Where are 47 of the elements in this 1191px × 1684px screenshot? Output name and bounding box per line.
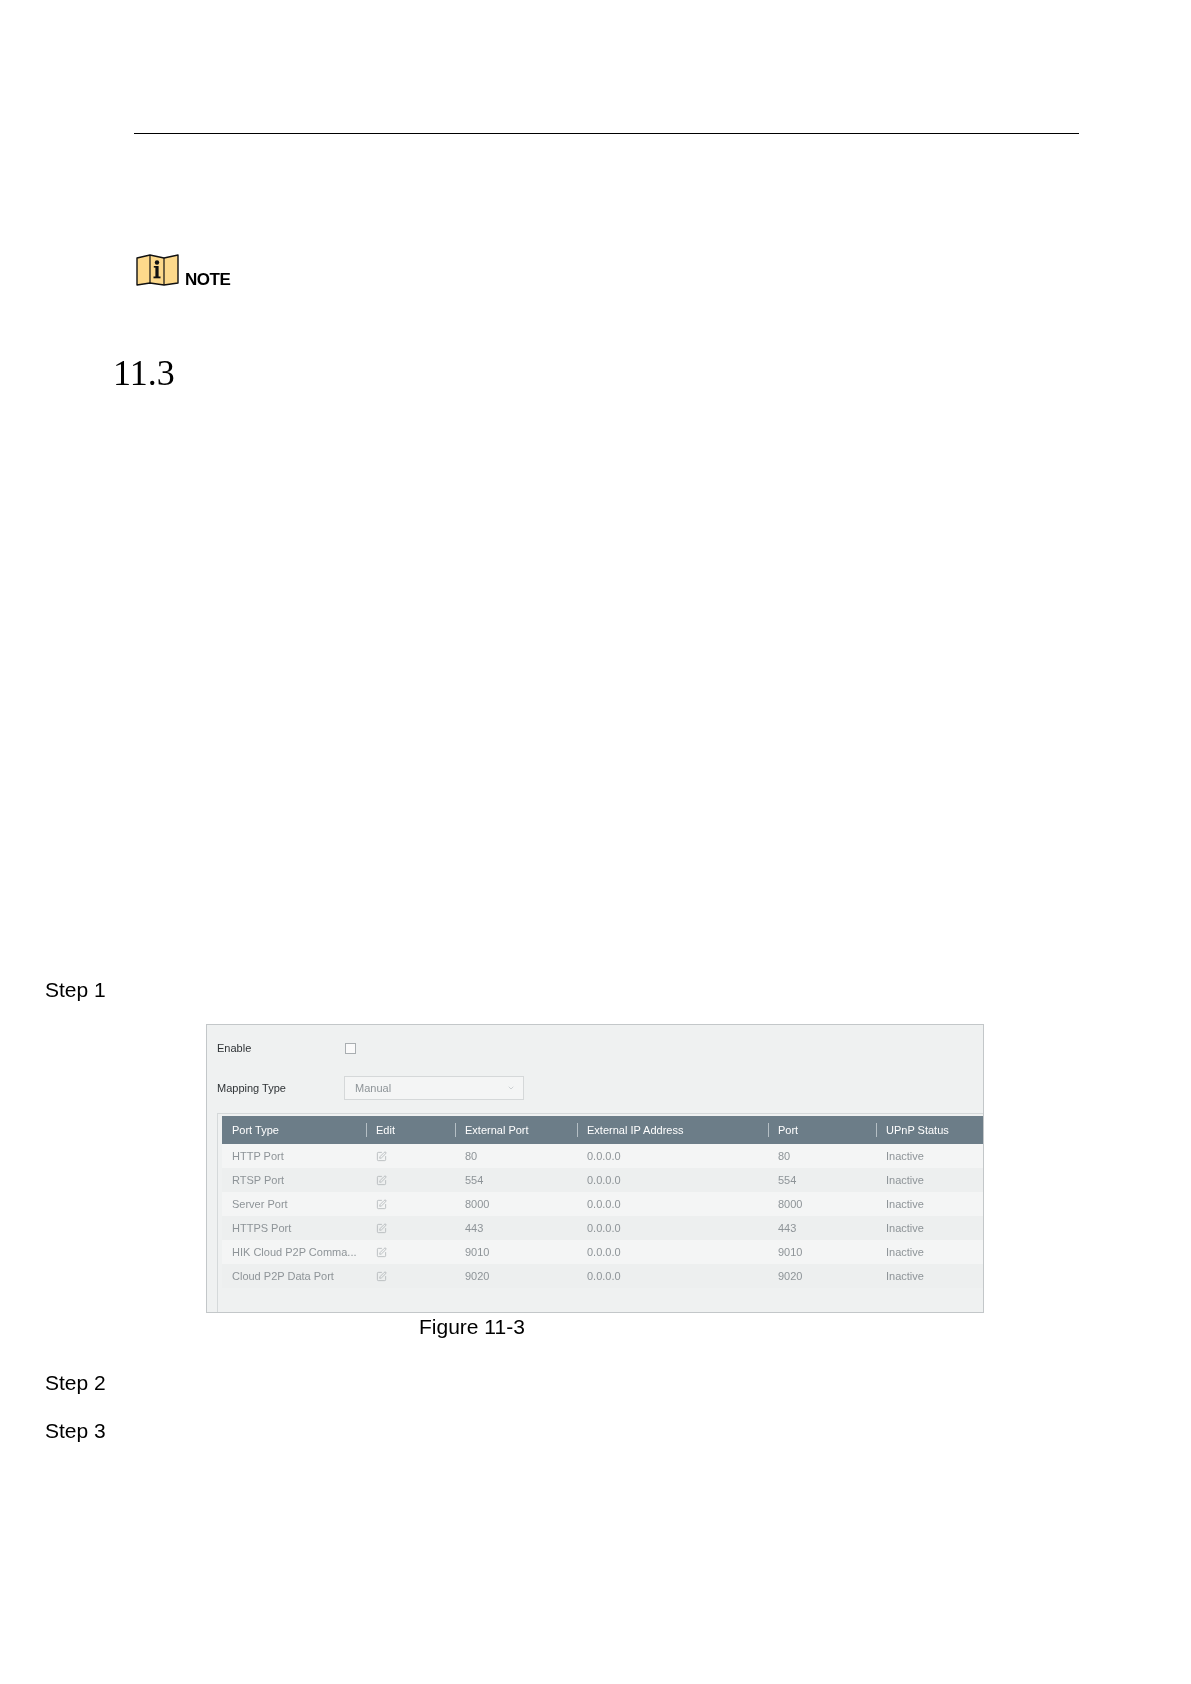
column-header: External Port <box>455 1116 577 1144</box>
step-label: Step 3 <box>45 1420 106 1441</box>
step-label: Step 1 <box>45 979 106 1000</box>
column-header: UPnP Status <box>876 1116 983 1144</box>
table-cell-text: Inactive <box>885 1148 925 1164</box>
table-cell-text: Server Port <box>231 1196 289 1212</box>
table-cell-text: 0.0.0.0 <box>586 1244 622 1260</box>
table-cell-text: 443 <box>777 1220 798 1236</box>
table-cell-text: Cloud P2P Data Port <box>231 1268 335 1284</box>
table-cell-text: 0.0.0.0 <box>586 1196 622 1212</box>
chevron-down-icon <box>507 1084 515 1092</box>
table-cell-text: 9010 <box>777 1244 804 1260</box>
table-cell-text: 9020 <box>464 1268 491 1284</box>
table-cell-text: 8000 <box>777 1196 804 1212</box>
step-label: Step 2 <box>45 1372 106 1393</box>
table-cell-text: HTTPS Port <box>231 1220 293 1236</box>
table-cell-text: 0.0.0.0 <box>586 1148 622 1164</box>
column-header: External IP Address <box>577 1116 768 1144</box>
table-cell-text: 80 <box>464 1148 479 1164</box>
table-cell-text: Inactive <box>885 1220 925 1236</box>
column-header: Port Type <box>231 1122 280 1138</box>
table-cell-text: 0.0.0.0 <box>586 1268 622 1284</box>
table-cell-text: 554 <box>464 1172 485 1188</box>
note-label: NOTE <box>185 271 231 288</box>
enable-checkbox[interactable] <box>345 1042 356 1054</box>
table-cell-text: 8000 <box>464 1196 491 1212</box>
info-book-icon <box>136 254 179 286</box>
table-cell-text: 80 <box>777 1148 792 1164</box>
table-cell-text: Inactive <box>885 1172 925 1188</box>
table-cell-text: Inactive <box>885 1196 925 1212</box>
table-cell-text: 554 <box>777 1172 798 1188</box>
field-label: Mapping Type <box>217 1082 287 1094</box>
table-cell-text: HTTP Port <box>231 1148 285 1164</box>
table-cell-text: 443 <box>464 1220 485 1236</box>
table-cell-text: 9010 <box>464 1244 491 1260</box>
field-label: Enable <box>217 1042 253 1054</box>
table-cell-text: 0.0.0.0 <box>586 1172 622 1188</box>
table-cell-text: Inactive <box>885 1244 925 1260</box>
table-cell-text: Inactive <box>885 1268 925 1284</box>
table-cell-text: 9020 <box>777 1268 804 1284</box>
column-header: Edit <box>366 1116 455 1144</box>
section-number: 11.3 <box>113 355 175 391</box>
table-cell-text: HIK Cloud P2P Comma... <box>231 1244 358 1260</box>
figure-caption: Figure 11-3 <box>419 1316 525 1337</box>
table-cell-text: RTSP Port <box>231 1172 286 1188</box>
column-header: Port <box>768 1116 876 1144</box>
table-cell-text: 0.0.0.0 <box>586 1220 622 1236</box>
